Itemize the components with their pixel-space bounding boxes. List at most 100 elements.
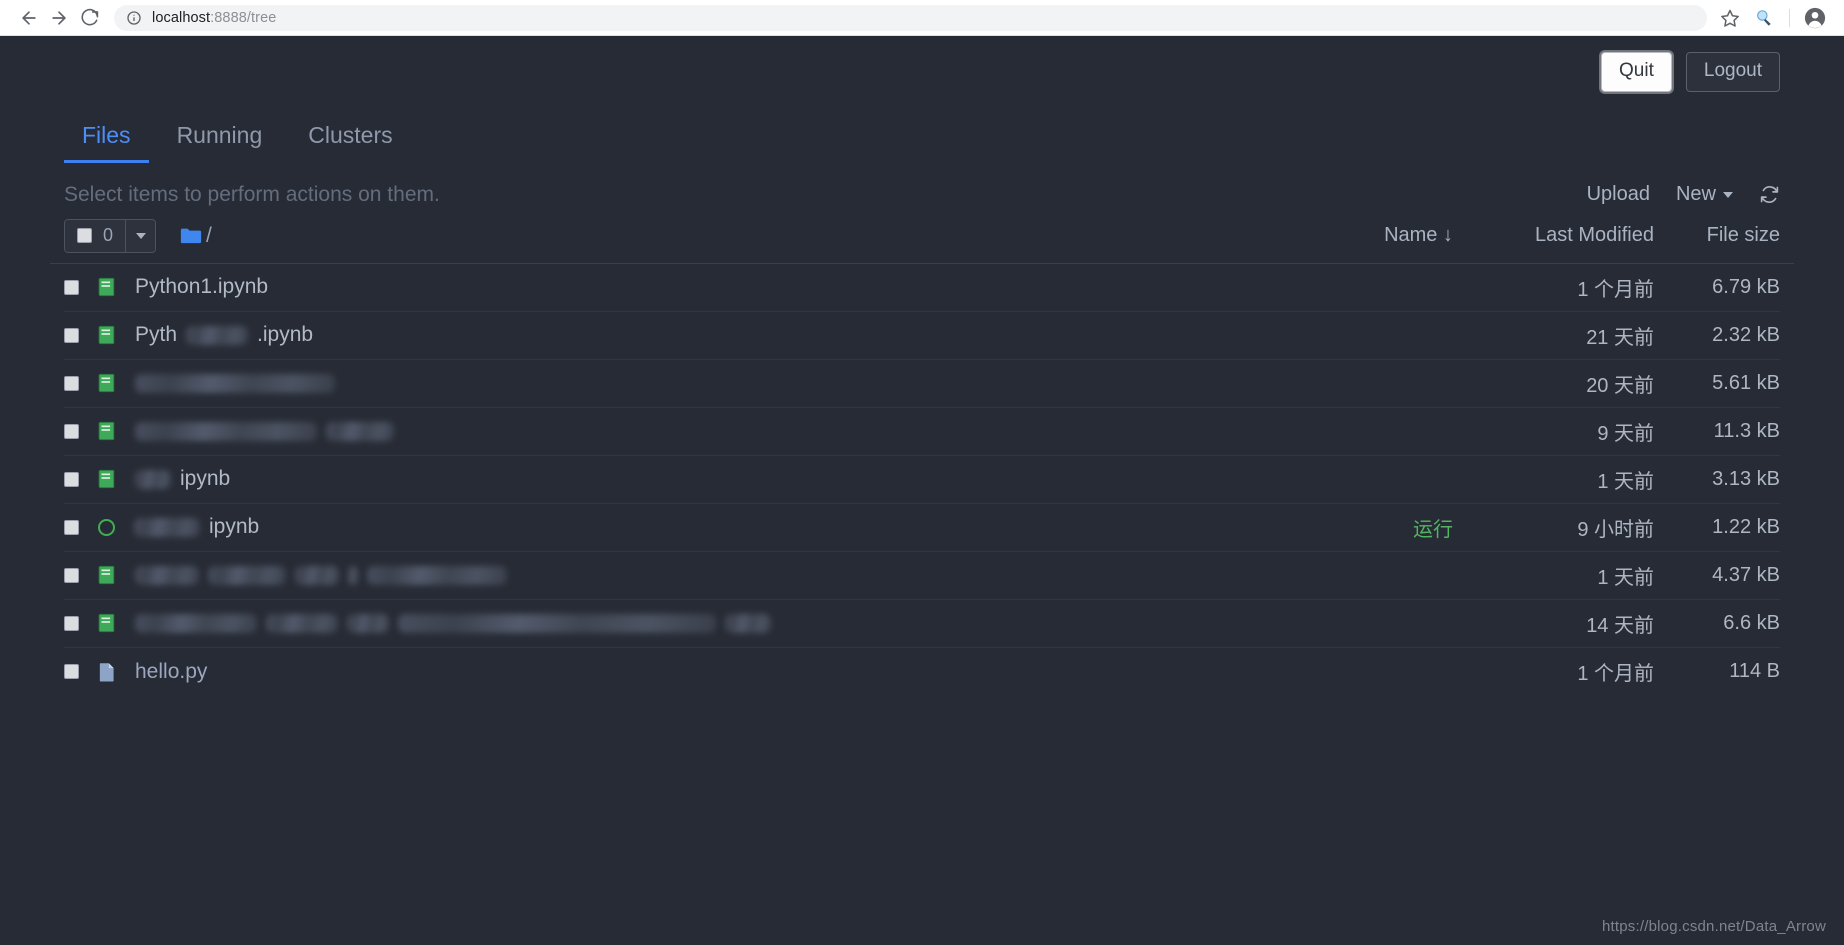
- file-size-cell: 4.37 kB: [1712, 563, 1780, 586]
- upload-button[interactable]: Upload: [1587, 183, 1650, 206]
- address-bar[interactable]: localhost:8888/tree: [114, 4, 1707, 31]
- breadcrumb[interactable]: /: [180, 224, 1333, 248]
- file-name-link[interactable]: [135, 421, 394, 441]
- row-name-cell: [64, 612, 1333, 634]
- star-icon[interactable]: [1715, 3, 1745, 33]
- table-row[interactable]: hello.py 1 个月前 114 B: [64, 648, 1780, 696]
- file-name-link[interactable]: Python1.ipynb: [135, 275, 268, 299]
- file-size-cell: 6.6 kB: [1723, 611, 1780, 634]
- logout-button[interactable]: Logout: [1685, 52, 1780, 92]
- tab-running[interactable]: Running: [159, 116, 281, 163]
- select-all-checkbox[interactable]: [77, 228, 92, 244]
- quit-button[interactable]: Quit: [1601, 52, 1672, 92]
- row-meta-cells: 运行 9 小时前 1.22 kB: [1333, 513, 1780, 542]
- reload-icon[interactable]: [74, 3, 104, 33]
- redacted-text-block: [135, 373, 335, 393]
- file-size-cell: 3.13 kB: [1712, 467, 1780, 490]
- file-name-link[interactable]: ipynb: [135, 467, 230, 491]
- file-name-link[interactable]: [135, 613, 771, 633]
- profile-avatar-icon[interactable]: [1800, 3, 1830, 33]
- last-modified-cell: 1 天前: [1597, 566, 1654, 589]
- row-checkbox[interactable]: [64, 375, 79, 391]
- row-checkbox[interactable]: [64, 567, 79, 583]
- file-name-link[interactable]: [135, 373, 335, 393]
- chevron-down-icon: [1723, 192, 1733, 199]
- forward-arrow-icon[interactable]: [44, 3, 74, 33]
- file-name-link[interactable]: ipynb: [134, 515, 259, 539]
- table-row[interactable]: ipynb 1 天前 3.13 kB: [64, 456, 1780, 504]
- back-arrow-icon[interactable]: [14, 3, 44, 33]
- notebook-icon: [98, 374, 115, 393]
- tab-bar: Files Running Clusters: [50, 116, 1794, 163]
- tab-files[interactable]: Files: [64, 116, 149, 163]
- column-header-file-size[interactable]: File size: [1680, 224, 1780, 247]
- select-all-group[interactable]: 0: [64, 218, 157, 253]
- row-checkbox[interactable]: [64, 519, 79, 535]
- redacted-text-block: [135, 469, 171, 489]
- table-row[interactable]: 1 天前 4.37 kB: [64, 552, 1780, 600]
- notebook-icon: [98, 470, 115, 489]
- file-list-header: 0 / Name ↓ Last Modified File size: [50, 218, 1794, 264]
- file-name-link[interactable]: hello.py: [135, 660, 207, 684]
- column-header-name[interactable]: Name ↓: [1333, 224, 1453, 247]
- row-meta-cells: 1 天前 3.13 kB: [1333, 465, 1780, 494]
- redacted-text-block: [134, 517, 200, 537]
- select-all-control[interactable]: 0: [65, 219, 126, 252]
- row-checkbox[interactable]: [64, 471, 79, 487]
- last-modified-cell: 1 天前: [1597, 470, 1654, 493]
- row-name-cell: Pyth .ipynb: [64, 323, 1333, 347]
- file-toolbar: Select items to perform actions on them.…: [50, 183, 1794, 207]
- row-checkbox[interactable]: [64, 327, 79, 343]
- url-path: :8888/tree: [210, 9, 277, 26]
- last-modified-cell: 1 个月前: [1577, 278, 1654, 301]
- file-size-cell: 1.22 kB: [1712, 515, 1780, 538]
- file-size-cell: 5.61 kB: [1712, 371, 1780, 394]
- last-modified-cell: 14 天前: [1586, 614, 1654, 637]
- running-notebook-icon: [98, 518, 115, 536]
- file-name-link[interactable]: [135, 565, 507, 585]
- row-name-cell: [64, 420, 1333, 442]
- toolbar-divider: [1789, 8, 1790, 27]
- row-meta-cells: 9 天前 11.3 kB: [1333, 417, 1780, 446]
- redacted-text-block: [135, 613, 257, 633]
- page-content: Quit Logout Files Running Clusters Selec…: [50, 36, 1794, 696]
- new-dropdown-button[interactable]: New: [1676, 183, 1733, 206]
- row-meta-cells: 14 天前 6.6 kB: [1333, 609, 1780, 638]
- redacted-text-block: [208, 565, 286, 585]
- file-size-cell: 6.79 kB: [1712, 275, 1780, 298]
- refresh-icon[interactable]: [1759, 184, 1780, 205]
- row-meta-cells: 1 个月前 114 B: [1333, 657, 1780, 686]
- table-row[interactable]: 9 天前 11.3 kB: [64, 408, 1780, 456]
- table-row[interactable]: 20 天前 5.61 kB: [64, 360, 1780, 408]
- row-checkbox[interactable]: [64, 423, 79, 439]
- table-row[interactable]: Python1.ipynb 1 个月前 6.79 kB: [64, 264, 1780, 312]
- site-info-icon[interactable]: [126, 10, 142, 26]
- table-row[interactable]: ipynb 运行 9 小时前 1.22 kB: [64, 504, 1780, 552]
- row-checkbox[interactable]: [64, 615, 79, 631]
- tab-clusters[interactable]: Clusters: [290, 116, 410, 163]
- select-dropdown-button[interactable]: [125, 219, 156, 252]
- row-meta-cells: 21 天前 2.32 kB: [1333, 321, 1780, 350]
- redacted-text-block: [135, 421, 317, 441]
- file-size-cell: 11.3 kB: [1713, 419, 1780, 442]
- redacted-text-block: [266, 613, 338, 633]
- table-row[interactable]: Pyth .ipynb 21 天前 2.32 kB: [64, 312, 1780, 360]
- row-name-cell: [64, 372, 1333, 394]
- extension-magnifier-icon[interactable]: [1749, 3, 1779, 33]
- file-name-suffix: ipynb: [209, 515, 260, 539]
- last-modified-cell: 9 天前: [1597, 422, 1654, 445]
- file-name-suffix: .ipynb: [257, 323, 314, 347]
- row-checkbox[interactable]: [64, 279, 79, 295]
- column-header-last-modified[interactable]: Last Modified: [1479, 224, 1654, 247]
- chevron-down-icon: [135, 232, 146, 239]
- url-host: localhost: [152, 9, 211, 26]
- notebook-icon: [98, 278, 115, 297]
- sort-descending-arrow-icon: ↓: [1443, 224, 1453, 247]
- browser-toolbar: localhost:8888/tree: [0, 0, 1844, 36]
- selected-count: 0: [103, 225, 114, 246]
- row-checkbox[interactable]: [64, 664, 79, 680]
- redacted-text-block: [295, 565, 339, 585]
- redacted-text-block: [398, 613, 716, 633]
- file-name-link[interactable]: Pyth .ipynb: [135, 323, 313, 347]
- table-row[interactable]: 14 天前 6.6 kB: [64, 600, 1780, 648]
